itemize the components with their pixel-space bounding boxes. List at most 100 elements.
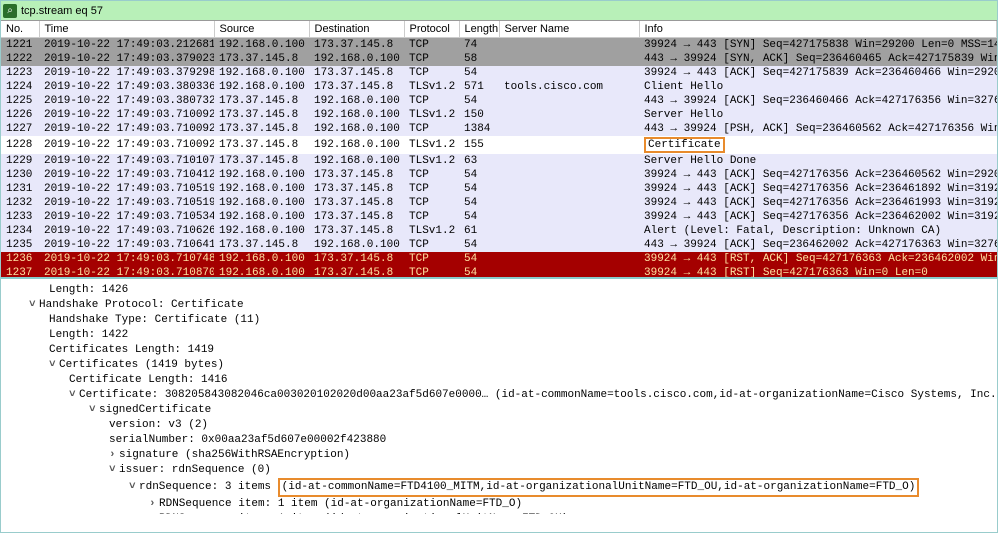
cell-len: 54: [459, 94, 499, 108]
cell-no: 1226: [1, 108, 39, 122]
detail-rdn-item-1[interactable]: RDNSequence item: 1 item (id-at-organiza…: [5, 497, 997, 512]
cell-proto: TCP: [404, 182, 459, 196]
cell-time: 2019-10-22 17:49:03.710519: [39, 182, 214, 196]
detail-handshake-type: Handshake Type: Certificate (11): [5, 313, 997, 328]
detail-rdn-item-2[interactable]: RDNSequence item: 1 item (id-at-organiza…: [5, 512, 997, 514]
detail-signature[interactable]: signature (sha256WithRSAEncryption): [5, 448, 997, 463]
cell-src: 173.37.145.8: [214, 108, 309, 122]
cell-info: 39924 → 443 [ACK] Seq=427176356 Ack=2364…: [639, 210, 997, 224]
col-no[interactable]: No.: [1, 21, 39, 38]
cell-info: 443 → 39924 [PSH, ACK] Seq=236460562 Ack…: [639, 122, 997, 136]
cell-src: 192.168.0.100: [214, 196, 309, 210]
detail-version: version: v3 (2): [5, 418, 997, 433]
cell-time: 2019-10-22 17:49:03.710626: [39, 224, 214, 238]
detail-rdn-sequence[interactable]: rdnSequence: 3 items (id-at-commonName=F…: [5, 478, 997, 497]
info-highlight: Certificate: [644, 137, 725, 153]
detail-certs-len: Certificates Length: 1419: [5, 343, 997, 358]
table-row[interactable]: 12302019-10-22 17:49:03.710412192.168.0.…: [1, 168, 997, 182]
cell-src: 173.37.145.8: [214, 154, 309, 168]
cell-sname: [499, 210, 639, 224]
table-row[interactable]: 12262019-10-22 17:49:03.710092173.37.145…: [1, 108, 997, 122]
cell-proto: TCP: [404, 266, 459, 279]
packet-list-pane[interactable]: No. Time Source Destination Protocol Len…: [1, 21, 997, 279]
detail-certificates[interactable]: Certificates (1419 bytes): [5, 358, 997, 373]
cell-no: 1233: [1, 210, 39, 224]
cell-len: 54: [459, 238, 499, 252]
cell-no: 1223: [1, 66, 39, 80]
cell-len: 58: [459, 52, 499, 66]
cell-dst: 173.37.145.8: [309, 66, 404, 80]
packet-header-row[interactable]: No. Time Source Destination Protocol Len…: [1, 21, 997, 38]
packet-table: No. Time Source Destination Protocol Len…: [1, 21, 997, 279]
table-row[interactable]: 12292019-10-22 17:49:03.710107173.37.145…: [1, 154, 997, 168]
cell-len: 150: [459, 108, 499, 122]
cell-proto: TLSv1.2: [404, 136, 459, 154]
table-row[interactable]: 12352019-10-22 17:49:03.710641173.37.145…: [1, 238, 997, 252]
table-row[interactable]: 12322019-10-22 17:49:03.710519192.168.0.…: [1, 196, 997, 210]
table-row[interactable]: 12362019-10-22 17:49:03.710748192.168.0.…: [1, 252, 997, 266]
col-time[interactable]: Time: [39, 21, 214, 38]
table-row[interactable]: 12252019-10-22 17:49:03.380732173.37.145…: [1, 94, 997, 108]
cell-time: 2019-10-22 17:49:03.380732: [39, 94, 214, 108]
cell-dst: 192.168.0.100: [309, 52, 404, 66]
cell-dst: 173.37.145.8: [309, 38, 404, 53]
cell-sname: [499, 38, 639, 53]
cell-proto: TLSv1.2: [404, 80, 459, 94]
detail-certificate-line[interactable]: Certificate: 308205843082046ca0030201020…: [5, 388, 997, 403]
display-filter-input[interactable]: [21, 5, 995, 17]
table-row[interactable]: 12222019-10-22 17:49:03.379023173.37.145…: [1, 52, 997, 66]
cell-proto: TCP: [404, 38, 459, 53]
table-row[interactable]: 12282019-10-22 17:49:03.710092173.37.145…: [1, 136, 997, 154]
cell-src: 192.168.0.100: [214, 266, 309, 279]
cell-no: 1236: [1, 252, 39, 266]
cell-proto: TCP: [404, 66, 459, 80]
cell-src: 192.168.0.100: [214, 252, 309, 266]
cell-info: Server Hello Done: [639, 154, 997, 168]
cell-src: 192.168.0.100: [214, 168, 309, 182]
detail-issuer[interactable]: issuer: rdnSequence (0): [5, 463, 997, 478]
cell-time: 2019-10-22 17:49:03.710092: [39, 122, 214, 136]
cell-sname: [499, 168, 639, 182]
cell-dst: 173.37.145.8: [309, 182, 404, 196]
col-sname[interactable]: Server Name: [499, 21, 639, 38]
table-row[interactable]: 12232019-10-22 17:49:03.379298192.168.0.…: [1, 66, 997, 80]
cell-no: 1221: [1, 38, 39, 53]
cell-no: 1229: [1, 154, 39, 168]
col-info[interactable]: Info: [639, 21, 997, 38]
cell-proto: TCP: [404, 210, 459, 224]
table-row[interactable]: 12312019-10-22 17:49:03.710519192.168.0.…: [1, 182, 997, 196]
cell-info: 39924 → 443 [ACK] Seq=427175839 Ack=2364…: [639, 66, 997, 80]
cell-proto: TCP: [404, 94, 459, 108]
cell-sname: [499, 196, 639, 210]
cell-info: Server Hello: [639, 108, 997, 122]
table-row[interactable]: 12342019-10-22 17:49:03.710626192.168.0.…: [1, 224, 997, 238]
table-row[interactable]: 12242019-10-22 17:49:03.380336192.168.0.…: [1, 80, 997, 94]
detail-signed-certificate[interactable]: signedCertificate: [5, 403, 997, 418]
cell-no: 1230: [1, 168, 39, 182]
cell-time: 2019-10-22 17:49:03.379298: [39, 66, 214, 80]
packet-details-pane[interactable]: Length: 1426 Handshake Protocol: Certifi…: [1, 279, 997, 514]
cell-info: Alert (Level: Fatal, Description: Unknow…: [639, 224, 997, 238]
table-row[interactable]: 12212019-10-22 17:49:03.212681192.168.0.…: [1, 38, 997, 53]
col-len[interactable]: Length: [459, 21, 499, 38]
cell-proto: TCP: [404, 52, 459, 66]
table-row[interactable]: 12372019-10-22 17:49:03.710870192.168.0.…: [1, 266, 997, 279]
cell-time: 2019-10-22 17:49:03.710092: [39, 108, 214, 122]
col-src[interactable]: Source: [214, 21, 309, 38]
cell-dst: 173.37.145.8: [309, 196, 404, 210]
detail-handshake-len: Length: 1422: [5, 328, 997, 343]
cell-len: 54: [459, 252, 499, 266]
col-dst[interactable]: Destination: [309, 21, 404, 38]
cell-dst: 192.168.0.100: [309, 238, 404, 252]
table-row[interactable]: 12332019-10-22 17:49:03.710534192.168.0.…: [1, 210, 997, 224]
cell-dst: 173.37.145.8: [309, 252, 404, 266]
cell-sname: [499, 266, 639, 279]
col-proto[interactable]: Protocol: [404, 21, 459, 38]
cell-dst: 173.37.145.8: [309, 80, 404, 94]
detail-handshake-protocol[interactable]: Handshake Protocol: Certificate: [5, 298, 997, 313]
cell-len: 63: [459, 154, 499, 168]
filter-icon: ⌕: [3, 4, 17, 18]
cell-sname: [499, 136, 639, 154]
cell-sname: [499, 182, 639, 196]
table-row[interactable]: 12272019-10-22 17:49:03.710092173.37.145…: [1, 122, 997, 136]
